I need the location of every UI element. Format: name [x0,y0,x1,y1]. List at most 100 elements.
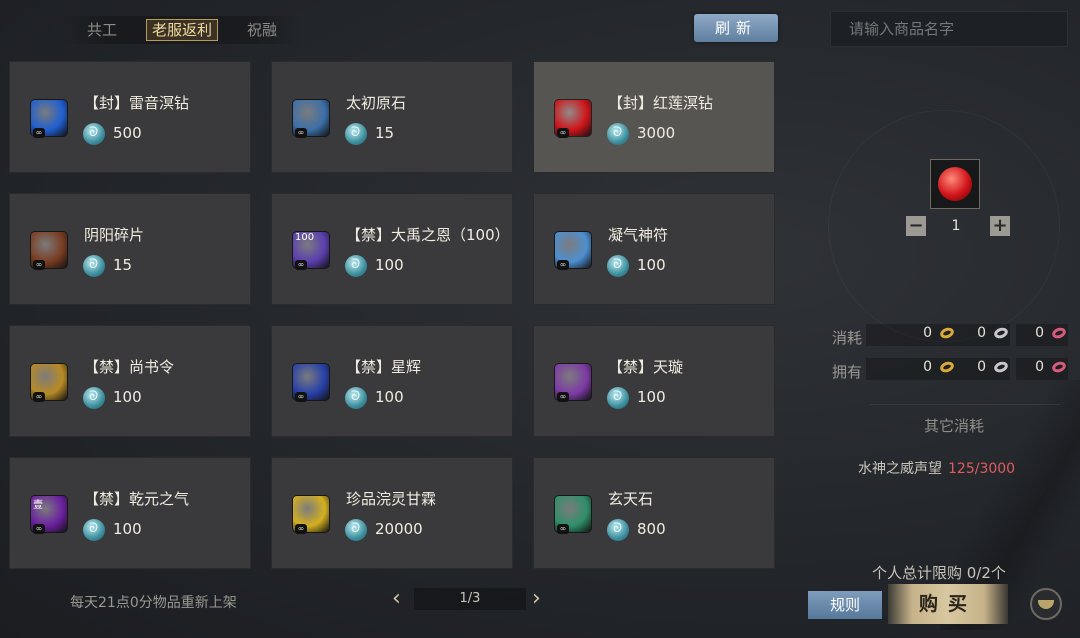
item-name: 太初原石 [346,94,407,112]
currency-coin-icon [345,123,367,145]
item-name: 【禁】乾元之气 [84,490,190,508]
item-card[interactable]: ∞ 【封】红莲溟钻 3000 [533,61,775,173]
item-name: 阴阳碎片 [84,226,145,244]
item-name: 【禁】天璇 [608,358,684,376]
other-cost-label: 其它消耗 [924,417,985,435]
item-price: 100 [113,520,142,538]
currency-ring-icon [938,359,956,375]
item-price: 100 [375,388,404,406]
tab-zhurong[interactable]: 祝融 [222,16,302,44]
item-card[interactable]: ∞ 阴阳碎片 15 [9,193,251,305]
item-name: 【封】雷音溟钻 [84,94,190,112]
icon-badge: 壹 [33,500,43,511]
item-name: 珍品浣灵甘霖 [346,490,437,508]
currency-ring-icon [1050,359,1068,375]
reputation-label: 水神之威声望 [858,461,942,477]
currency-amount: 0 [923,325,932,341]
item-price: 3000 [637,124,676,142]
item-name: 【封】红莲溟钻 [608,94,714,112]
currency-amount: 0 [977,359,986,375]
divider [870,404,1060,405]
item-name: 【禁】尚书令 [84,358,175,376]
item-price: 15 [113,256,133,274]
cost-currency-slot: 0 [866,324,956,346]
icon-badge: 100 [295,232,315,243]
owned-currency-slot: 0 [1016,358,1068,380]
item-card[interactable]: ∞ 【封】雷音溟钻 500 [9,61,251,173]
currency-coin-icon [607,519,629,541]
increase-quantity-button[interactable]: + [990,216,1010,236]
shop-tabs: 共工 老服返利 祝融 [62,16,302,44]
infinity-icon: ∞ [557,260,569,270]
tab-gonggong[interactable]: 共工 [62,16,142,44]
infinity-icon: ∞ [295,524,307,534]
currency-coin-icon [83,387,105,409]
search-input[interactable] [830,11,1068,47]
currency-coin-icon [83,123,105,145]
infinity-icon: ∞ [33,260,45,270]
currency-coin-icon [607,255,629,277]
currency-coin-icon [607,123,629,145]
prev-page-icon[interactable]: ‹ [392,588,401,610]
currency-amount: 0 [1035,359,1044,375]
red-gem-icon [938,167,972,201]
item-card[interactable]: ∞ 【禁】星辉 100 [271,325,513,437]
item-card[interactable]: ∞ 【禁】尚书令 100 [9,325,251,437]
wallet-icon[interactable] [1030,588,1062,620]
currency-coin-icon [83,519,105,541]
infinity-icon: ∞ [295,392,307,402]
buy-button[interactable]: 购买 [888,584,1008,624]
decrease-quantity-button[interactable]: − [906,216,926,236]
currency-ring-icon [992,325,1010,341]
infinity-icon: ∞ [33,392,45,402]
reputation-value: 125/3000 [948,461,1016,477]
selected-item-slot [930,159,980,209]
item-price: 15 [375,124,395,142]
next-page-icon[interactable]: › [532,588,541,610]
rules-button[interactable]: 规则 [808,591,882,619]
item-card[interactable]: ∞ 玄天石 800 [533,457,775,569]
currency-amount: 0 [977,325,986,341]
currency-coin-icon [83,255,105,277]
item-card[interactable]: 壹 ∞ 【禁】乾元之气 100 [9,457,251,569]
item-price: 100 [113,388,142,406]
item-name: 【禁】星辉 [346,358,422,376]
item-card[interactable]: ∞ 凝气神符 100 [533,193,775,305]
restock-note: 每天21点0分物品重新上架 [70,595,237,611]
owned-currency-slot: 0 [866,358,956,380]
item-card[interactable]: ∞ 珍品浣灵甘霖 20000 [271,457,513,569]
tab-old-server-rebate[interactable]: 老服返利 [142,16,222,44]
currency-amount: 0 [923,359,932,375]
currency-ring-icon [938,325,956,341]
currency-coin-icon [345,519,367,541]
infinity-icon: ∞ [33,128,45,138]
item-card[interactable]: 100 ∞ 【禁】大禹之恩（100） 100 [271,193,513,305]
item-price: 800 [637,520,666,538]
item-price: 20000 [375,520,423,538]
purchase-limit: 个人总计限购 0/2个 [872,564,1006,582]
page-indicator: 1/3 [414,588,526,610]
quantity-value: 1 [951,218,961,234]
infinity-icon: ∞ [557,524,569,534]
reputation-requirement: 水神之威声望 125/3000 [858,458,1015,478]
cost-label: 消耗 [832,329,863,347]
infinity-icon: ∞ [557,392,569,402]
item-price: 500 [113,124,142,142]
currency-coin-icon [345,387,367,409]
currency-ring-icon [992,359,1010,375]
currency-ring-icon [1050,325,1068,341]
item-name: 玄天石 [608,490,654,508]
cost-currency-slot: 0 [956,324,1010,346]
currency-amount: 0 [1035,325,1044,341]
cost-currency-slot: 0 [1016,324,1068,346]
item-card[interactable]: ∞ 【禁】天璇 100 [533,325,775,437]
refresh-button[interactable]: 刷新 [694,14,778,42]
item-name: 凝气神符 [608,226,669,244]
item-price: 100 [637,388,666,406]
item-card[interactable]: ∞ 太初原石 15 [271,61,513,173]
owned-currency-slot: 0 [956,358,1010,380]
owned-label: 拥有 [832,363,863,381]
currency-coin-icon [607,387,629,409]
infinity-icon: ∞ [295,260,307,270]
item-name: 【禁】大禹之恩（100） [346,226,510,244]
